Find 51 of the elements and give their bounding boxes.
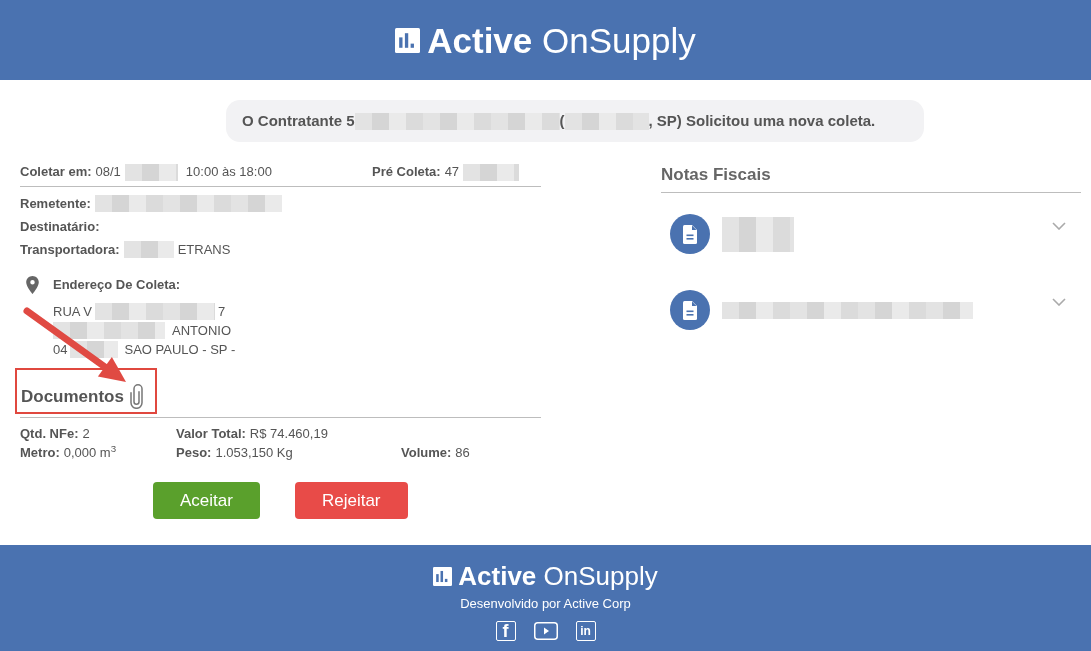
location-pin-icon bbox=[26, 276, 39, 294]
field-value: 1.053,150 Kg bbox=[215, 444, 293, 462]
accept-button[interactable]: Aceitar bbox=[153, 482, 260, 519]
address-text: 7 bbox=[218, 303, 226, 321]
field-value: ETRANS bbox=[177, 241, 231, 259]
notice-text: ( bbox=[559, 111, 565, 131]
notice-text: O Contratante 5 bbox=[242, 111, 355, 131]
chevron-down-icon[interactable] bbox=[1052, 298, 1066, 306]
logo-icon bbox=[433, 566, 453, 586]
facebook-link[interactable]: f bbox=[495, 621, 516, 641]
logo-icon bbox=[395, 27, 421, 53]
field-label: Transportadora: bbox=[20, 241, 120, 259]
linkedin-link[interactable]: in bbox=[575, 621, 596, 641]
address-text: 04 bbox=[53, 341, 68, 359]
field-value: 10:00 às 18:00 bbox=[185, 163, 272, 181]
address-text: RUA V bbox=[53, 303, 92, 321]
field-label: Remetente: bbox=[20, 195, 91, 213]
field-value: 0,000 m$^{3}$ bbox=[63, 443, 117, 462]
field-label: Metro: bbox=[20, 444, 60, 462]
play-icon[interactable] bbox=[533, 622, 558, 640]
field-value: 2 bbox=[82, 425, 90, 443]
field-value: 47 bbox=[444, 163, 460, 181]
field-value: 86 bbox=[455, 444, 470, 462]
document-icon bbox=[670, 214, 710, 254]
chevron-down-icon[interactable] bbox=[1052, 222, 1066, 230]
field-value: R$ 74.460,19 bbox=[249, 425, 328, 443]
field-label: Volume: bbox=[401, 444, 452, 462]
redacted-block bbox=[123, 241, 174, 258]
logo-text: Active OnSupply bbox=[427, 22, 696, 58]
reject-button[interactable]: Rejeitar bbox=[294, 482, 408, 519]
redacted-block bbox=[463, 163, 520, 181]
address-text: SAO PAULO - SP - bbox=[124, 341, 236, 359]
section-title: Documentos bbox=[21, 385, 124, 408]
section-title: Notas Fiscais bbox=[661, 163, 1081, 193]
redacted-block bbox=[124, 163, 178, 181]
field-label: Destinatário: bbox=[20, 218, 100, 236]
credit-text: Desenvolvido por Active Corp bbox=[460, 595, 631, 613]
field-value: 08/1 bbox=[95, 163, 121, 181]
address-text: ANTONIO bbox=[172, 322, 231, 340]
field-label: Coletar em: bbox=[20, 163, 92, 181]
logo-text: Active OnSupply bbox=[458, 563, 658, 589]
field-label: Qtd. NFe: bbox=[20, 425, 79, 443]
field-label: Peso: bbox=[176, 444, 212, 462]
redacted-block bbox=[722, 216, 794, 234]
field-label: Valor Total: bbox=[176, 425, 246, 443]
document-icon bbox=[670, 290, 710, 330]
section-label: Endereço De Coleta: bbox=[53, 276, 181, 294]
field-label: Pré Coleta: bbox=[372, 163, 441, 181]
redacted-block bbox=[722, 234, 794, 252]
notice-text: , SP) Solicitou uma nova coleta. bbox=[648, 111, 876, 131]
paperclip-icon[interactable] bbox=[129, 384, 143, 409]
